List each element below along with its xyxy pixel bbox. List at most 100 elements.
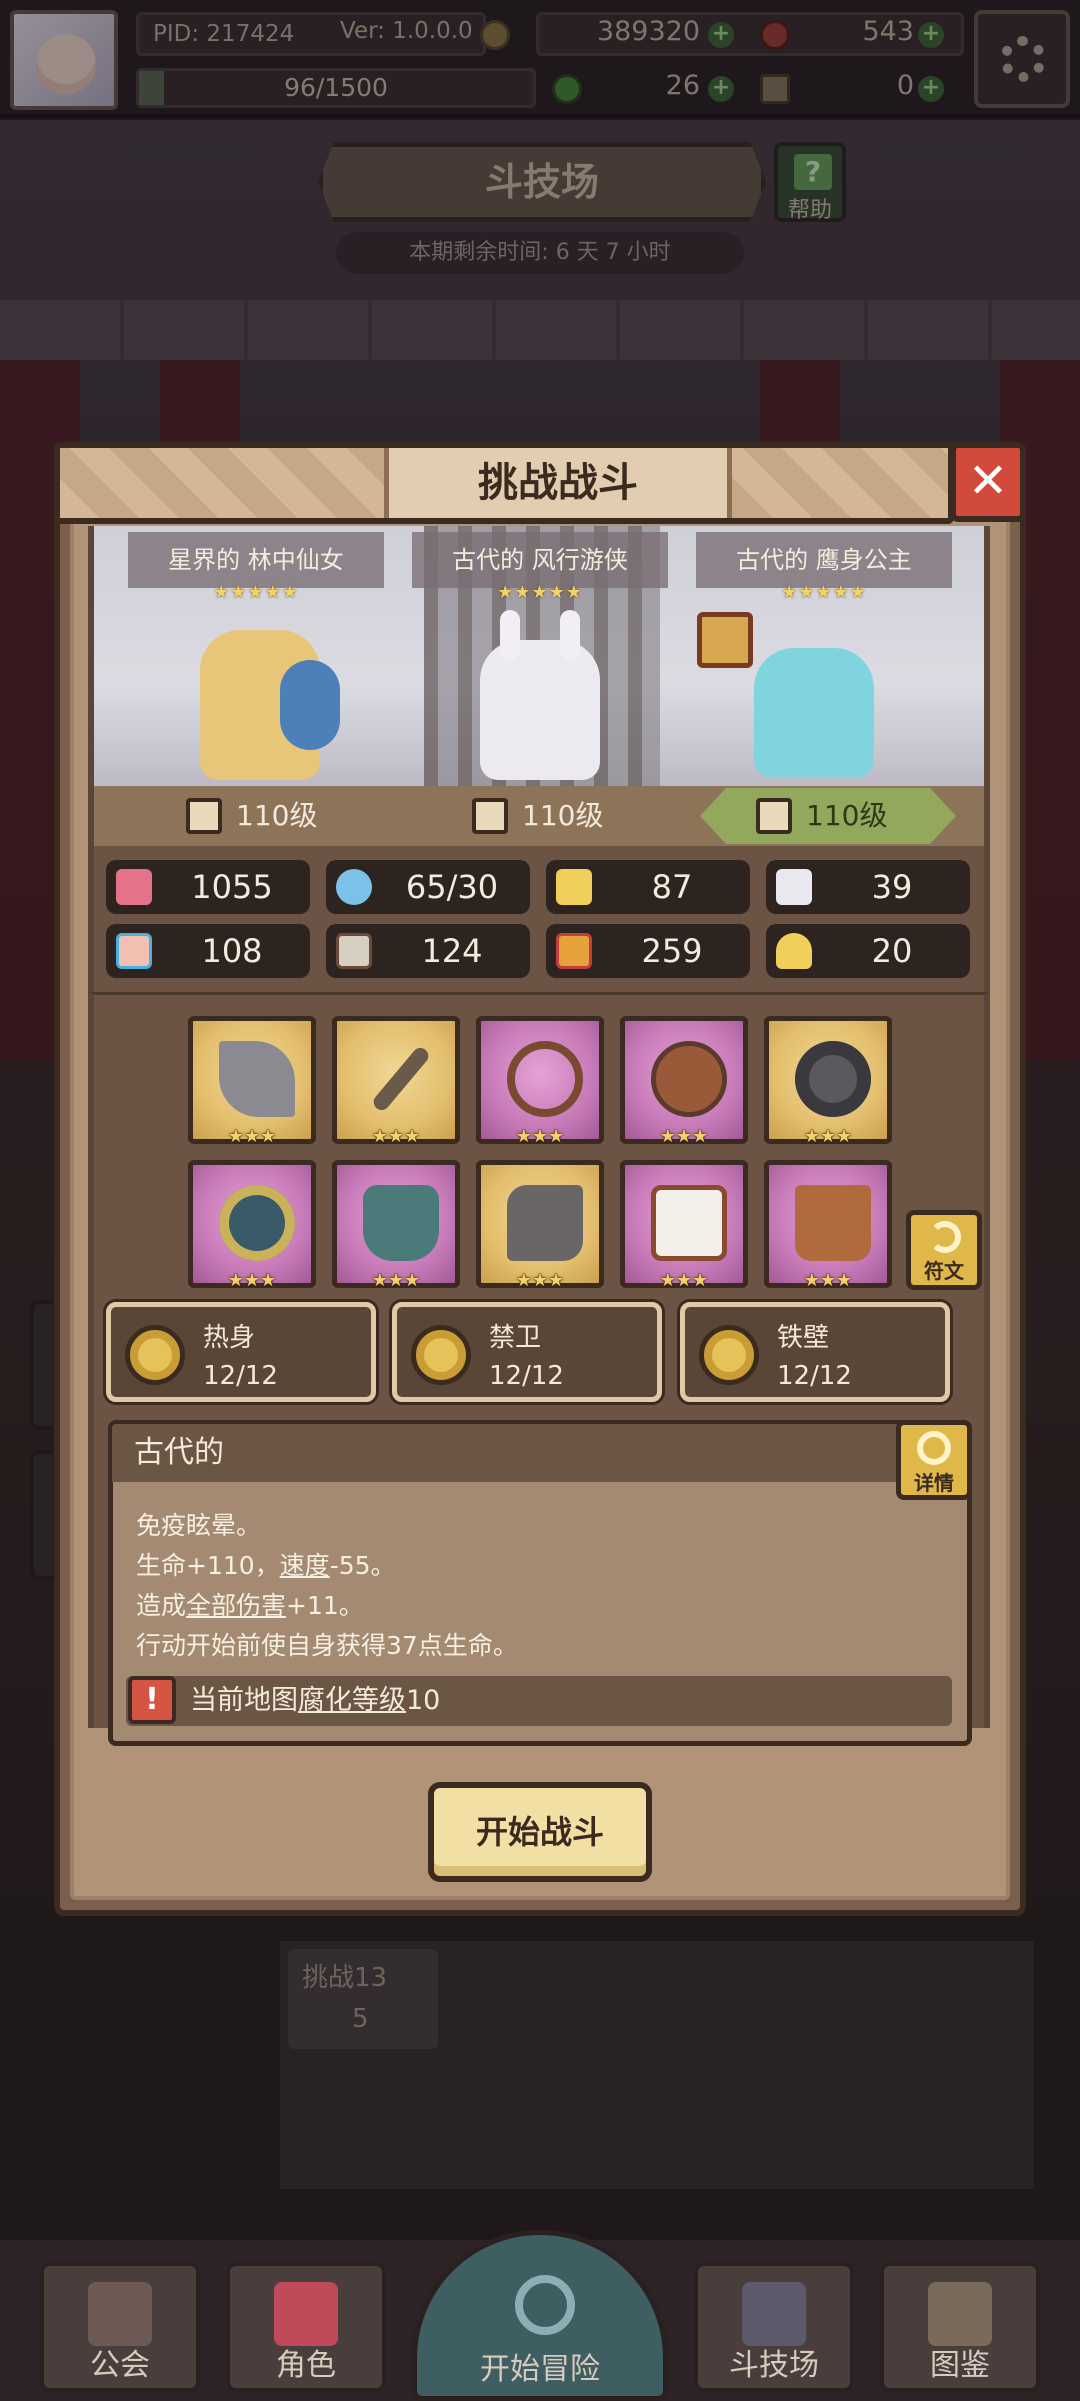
amulet-icon	[507, 1041, 583, 1117]
skill-coin-icon	[125, 1325, 185, 1385]
stat-defense: 87	[546, 860, 750, 914]
nav-codex-label: 图鉴	[930, 2348, 990, 2383]
equip-stars: ★★★	[371, 1270, 421, 1291]
equip-slot-head[interactable]: ★★★	[188, 1160, 316, 1291]
equip-stars: ★★★	[659, 1270, 709, 1291]
equip-slot-shield[interactable]: ★★★	[620, 1016, 748, 1147]
equip-slot-feet[interactable]: ★★★	[764, 1160, 892, 1291]
hero-sprite-harpy[interactable]	[754, 648, 874, 778]
equip-slot-chest[interactable]: ★★★	[332, 1160, 460, 1291]
trait-header: 古代的	[112, 1424, 968, 1482]
equip-stars: ★★★	[659, 1126, 709, 1147]
spear-icon	[370, 1044, 432, 1114]
nav-codex[interactable]: 图鉴	[880, 2262, 1040, 2392]
corruption-level-link[interactable]: 腐化等级	[298, 1685, 406, 1716]
trait-text: 免疫眩晕。	[136, 1511, 262, 1540]
dialog-title: 挑战战斗	[384, 448, 732, 518]
trait-line-4: 行动开始前使自身获得37点生命。	[136, 1626, 518, 1662]
ring-icon	[795, 1041, 871, 1117]
close-button[interactable]: ✕	[950, 442, 1026, 522]
equip-stars: ★★★	[803, 1126, 853, 1147]
magnifier-icon	[917, 1431, 951, 1465]
hero-stars-1: ★★★★★	[213, 582, 299, 603]
hero-level-3: 110级	[806, 799, 888, 832]
close-icon: ✕	[967, 453, 1009, 509]
start-battle-button[interactable]: 开始战斗	[428, 1782, 652, 1882]
boots-icon	[795, 1185, 871, 1261]
fist-icon	[116, 933, 152, 969]
skill-ironwall[interactable]: 铁壁 12/12	[680, 1302, 950, 1402]
warning-text: 10	[406, 1685, 441, 1716]
stat-luck: 20	[766, 924, 970, 978]
start-battle-label: 开始战斗	[475, 1813, 604, 1851]
stat-speed: 39	[766, 860, 970, 914]
skill-warmup[interactable]: 热身 12/12	[106, 1302, 376, 1402]
details-button[interactable]: 详情	[896, 1420, 972, 1500]
stat-attack: 108	[106, 924, 310, 978]
hero-sprite-ranger[interactable]	[480, 640, 600, 780]
nav-arena[interactable]: 斗技场	[694, 2262, 854, 2392]
trait-text: 行动开始前使自身获得37点生命。	[136, 1631, 518, 1660]
nav-character-label: 角色	[276, 2348, 336, 2383]
chestplate-icon	[363, 1185, 439, 1261]
crossbow-icon	[219, 1041, 295, 1117]
fairy-wing	[280, 660, 340, 750]
hero-name-3: 古代的 鹰身公主	[696, 532, 952, 588]
equip-slot-weapon[interactable]: ★★★	[188, 1016, 316, 1147]
equip-slot-amulet[interactable]: ★★★	[476, 1016, 604, 1147]
trait-text: +11。	[286, 1591, 364, 1620]
guard-badge-icon	[697, 612, 753, 668]
wing-icon	[776, 869, 812, 905]
skill-name: 热身	[203, 1323, 256, 1353]
gauntlet-icon	[507, 1185, 583, 1261]
equip-stars: ★★★	[515, 1270, 565, 1291]
belt-icon	[651, 1185, 727, 1261]
equip-stars: ★★★	[515, 1126, 565, 1147]
character-icon	[274, 2282, 338, 2346]
stat-value: 20	[871, 932, 913, 970]
hero-stars-3: ★★★★★	[781, 582, 867, 603]
all-damage-keyword-link[interactable]: 全部伤害	[186, 1591, 286, 1620]
level-icon	[186, 798, 222, 834]
nav-character[interactable]: 角色	[226, 2262, 386, 2392]
skill-guard[interactable]: 禁卫 12/12	[392, 1302, 662, 1402]
level-icon	[472, 798, 508, 834]
skill-shield-icon	[699, 1325, 759, 1385]
codex-icon	[928, 2282, 992, 2346]
hero-name-1: 星界的 林中仙女	[128, 532, 384, 588]
corruption-warning-text: 当前地图腐化等级10	[190, 1676, 440, 1726]
speed-keyword-link[interactable]: 速度	[280, 1551, 330, 1580]
scroll-icon	[556, 933, 592, 969]
trait-title: 古代的	[134, 1435, 224, 1470]
equip-stars: ★★★	[227, 1270, 277, 1291]
stat-value: 124	[421, 932, 483, 970]
rune-button[interactable]: 符文	[906, 1210, 982, 1290]
equip-slot-hands[interactable]: ★★★	[476, 1160, 604, 1291]
skill-name: 铁壁	[777, 1323, 830, 1353]
stat-magic: 124	[326, 924, 530, 978]
equip-slot-waist[interactable]: ★★★	[620, 1160, 748, 1291]
skill-count: 12/12	[489, 1361, 564, 1391]
guild-icon	[88, 2282, 152, 2346]
orb-armor-icon	[219, 1185, 295, 1261]
round-shield-icon	[651, 1041, 727, 1117]
book-icon	[336, 933, 372, 969]
trait-line-2: 生命+110，速度-55。	[136, 1546, 396, 1582]
stat-resist: 259	[546, 924, 750, 978]
stat-value: 259	[641, 932, 703, 970]
equip-slot-offhand[interactable]: ★★★	[332, 1016, 460, 1147]
stat-value: 65/30	[405, 868, 499, 906]
dialog-header: 挑战战斗	[0, 442, 1028, 530]
level-icon	[756, 798, 792, 834]
stat-mana: 65/30	[326, 860, 530, 914]
stat-hp: 1055	[106, 860, 310, 914]
equip-stars: ★★★	[371, 1126, 421, 1147]
trait-line-3: 造成全部伤害+11。	[136, 1586, 364, 1622]
magnifier-icon	[515, 2275, 575, 2335]
trait-line-1: 免疫眩晕。	[136, 1506, 261, 1542]
trait-text: -55。	[329, 1551, 396, 1580]
shield-icon	[556, 869, 592, 905]
nav-guild[interactable]: 公会	[40, 2262, 200, 2392]
equip-slot-ring[interactable]: ★★★	[764, 1016, 892, 1147]
rabbit-ear	[560, 610, 580, 660]
